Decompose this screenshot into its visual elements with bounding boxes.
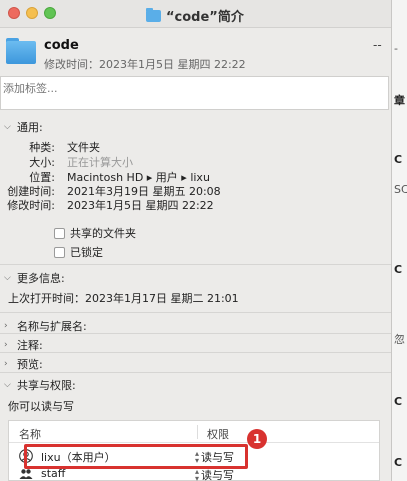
locked-checkbox[interactable]: 已锁定 [54,244,103,260]
privilege-select[interactable]: ▴ ▾ 读与写 [195,467,234,481]
divider [0,333,391,334]
file-name: code [44,38,79,53]
section-more-info[interactable]: ⌵ 更多信息: [4,270,65,286]
table-header: 名称 权限 [9,421,379,443]
info-window: “code”简介 code -- 修改时间：2023年1月5日 星期四 22:2… [0,0,392,481]
divider [0,312,391,313]
file-size: -- [373,38,382,52]
info-row-size: 大小: 正在计算大小 [29,156,133,169]
group-icon [19,469,33,479]
updown-arrows-icon: ▴ ▾ [195,467,200,481]
section-comments[interactable]: › 注释: [4,337,43,353]
window-title-text: “code”简介 [166,10,244,25]
checkbox[interactable] [54,227,65,239]
chevron-right-icon: › [4,340,8,350]
title-bar: “code”简介 [0,0,391,28]
section-general-label: 通用: [17,121,43,134]
shared-folder-checkbox[interactable]: 共享的文件夹 [54,225,136,241]
chevron-right-icon: › [4,359,8,369]
chevron-down-icon: ⌵ [4,122,11,132]
permission-summary: 你可以读与写 [8,400,74,413]
close-button[interactable] [8,7,20,19]
section-sharing-permissions[interactable]: ⌵ 共享与权限: [4,377,76,393]
checkbox[interactable] [54,246,65,258]
step-badge: 1 [247,429,267,449]
section-preview[interactable]: › 预览: [4,356,43,372]
column-privilege[interactable]: 权限 [207,426,229,442]
chevron-right-icon: › [4,321,8,331]
zoom-button[interactable] [44,7,56,19]
large-folder-icon [6,38,36,64]
folder-icon [146,7,161,22]
divider [0,264,391,265]
chevron-down-icon: ⌵ [4,380,11,390]
background-window: - 章 C SC C 忽 C C [392,0,407,481]
divider [0,372,391,373]
minimize-button[interactable] [26,7,38,19]
modified-time: 修改时间：2023年1月5日 星期四 22:22 [44,58,246,71]
tags-input[interactable] [3,82,303,95]
column-name[interactable]: 名称 [19,426,41,442]
section-general[interactable]: ⌵ 通用: [4,119,43,135]
divider [0,352,391,353]
chevron-down-icon: ⌵ [4,273,11,283]
highlight-annotation-box [24,444,248,469]
tags-field[interactable] [0,76,389,110]
info-row-kind: 种类: 文件夹 [29,141,100,154]
section-name-extension[interactable]: › 名称与扩展名: [4,318,87,334]
last-opened-time: 上次打开时间：2023年1月17日 星期二 21:01 [8,292,239,305]
window-title: “code”简介 [146,6,244,25]
info-row-modified: 修改时间: 2023年1月5日 星期四 22:22 [7,199,214,212]
